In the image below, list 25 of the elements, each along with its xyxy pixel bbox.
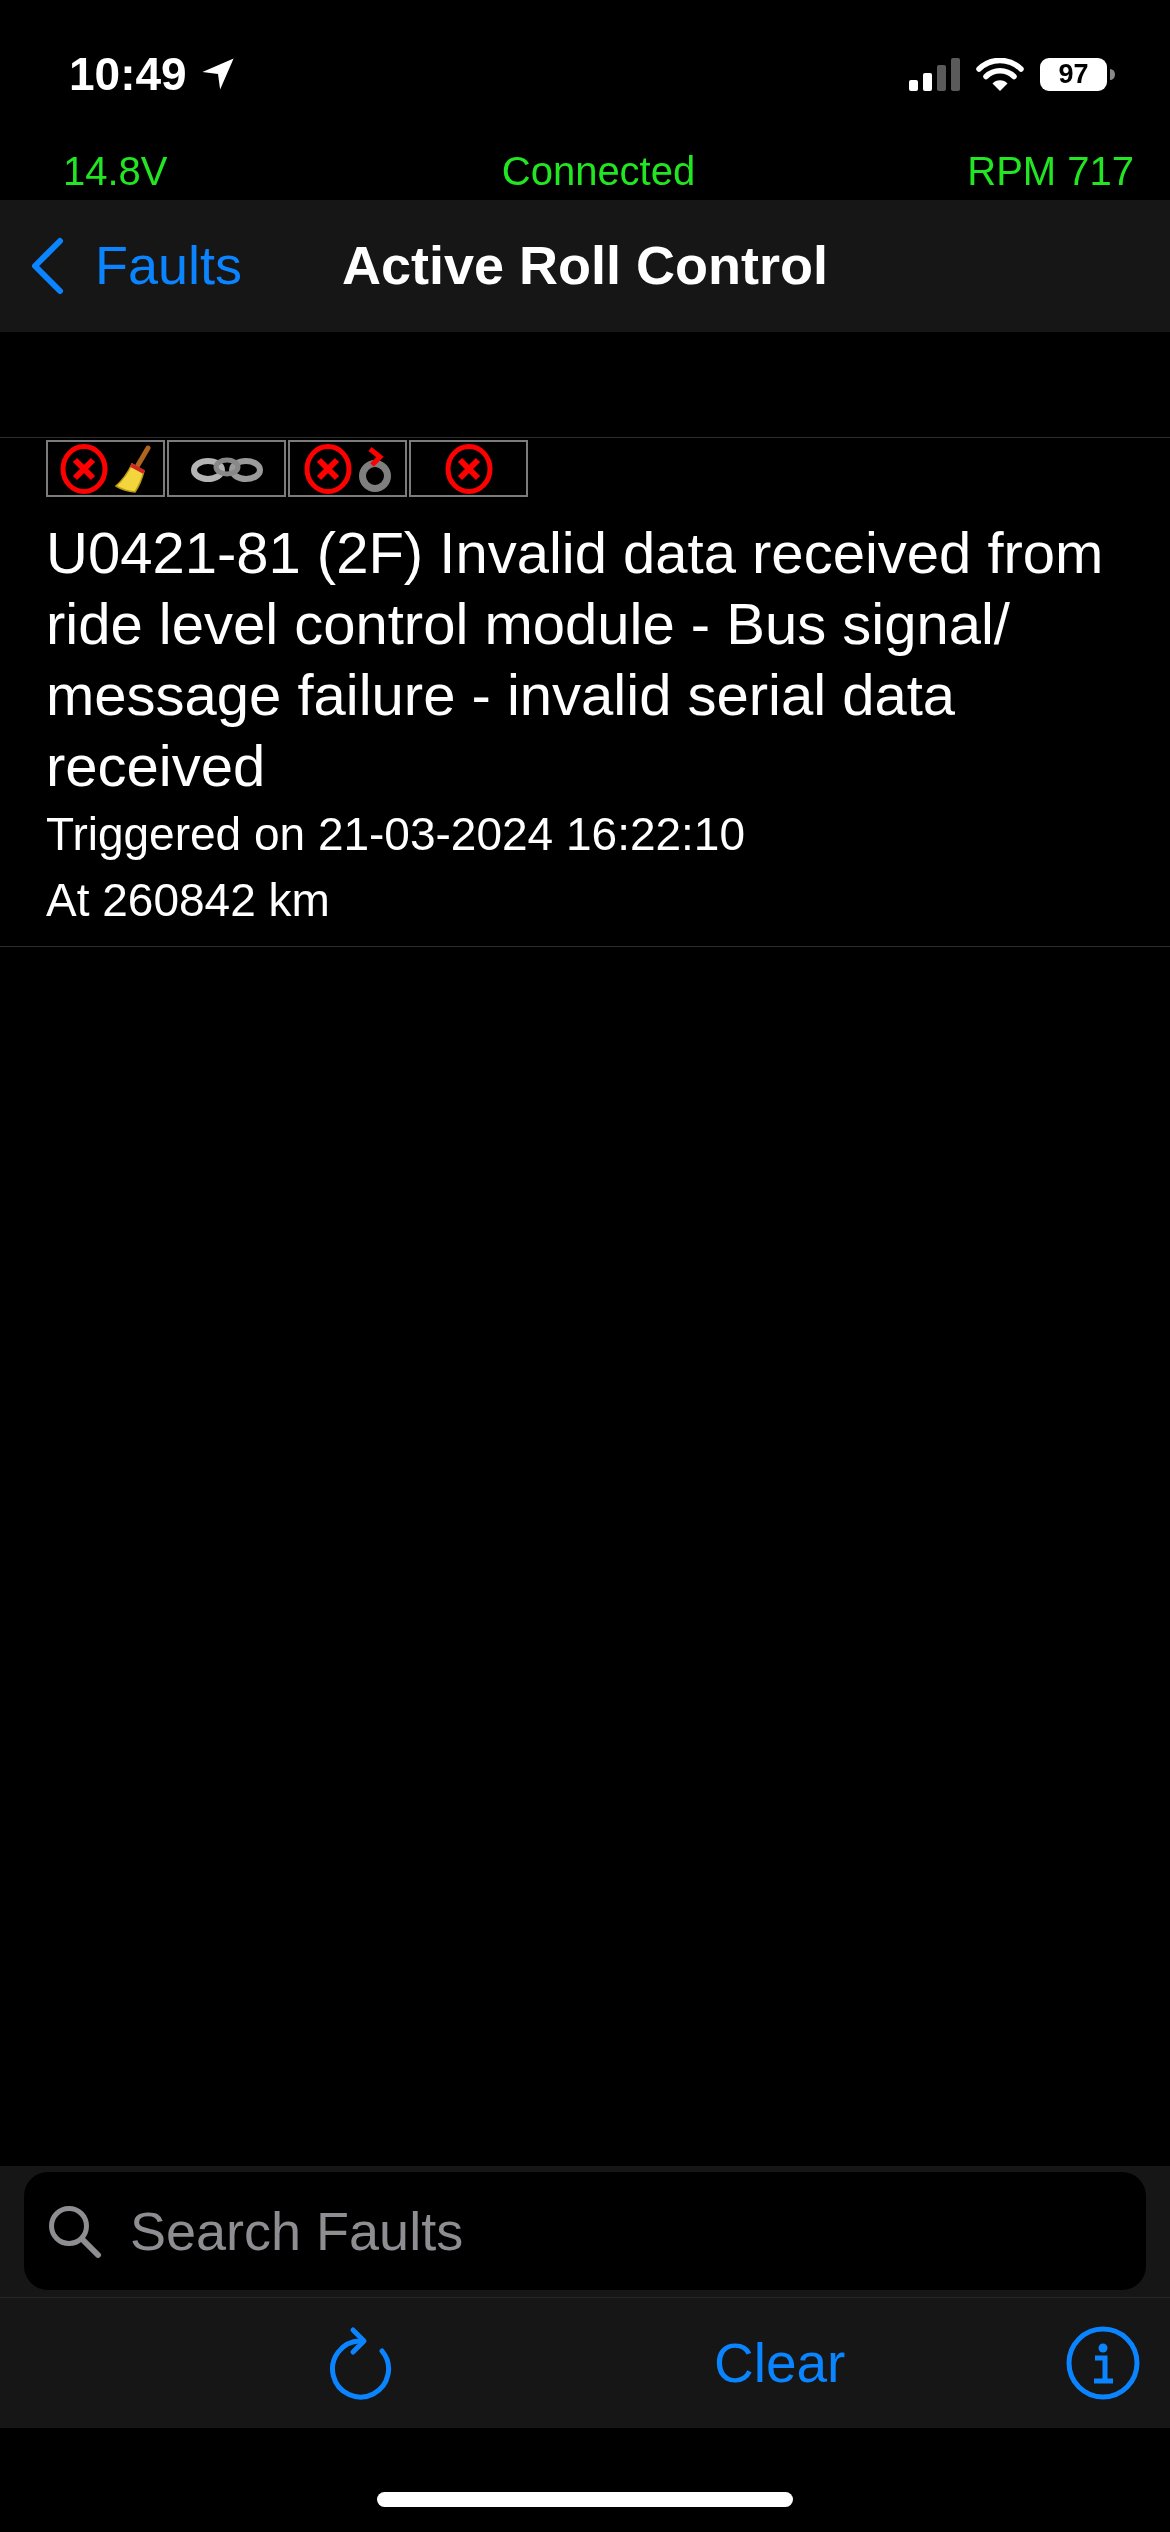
battery-cap-icon [1110,68,1115,80]
fault-description: U0421-81 (2F) Invalid data received from ride level control module - Bus signal/message failure - invalid serial data received [46,519,1105,800]
chevron-left-icon [29,237,65,295]
search-icon [47,2204,102,2259]
search-field[interactable]: Search Faults [24,2172,1146,2290]
broom-icon [113,444,152,493]
ring-arrow-icon [357,444,392,493]
signal-bars-icon [909,57,960,91]
rpm-reading: RPM 717 [967,148,1134,195]
clear-button[interactable]: Clear [714,2332,846,2394]
refresh-icon [327,2324,393,2402]
battery-level: 97 [1040,57,1107,91]
info-icon [1066,2326,1140,2400]
voltage-reading: 14.8V [63,148,168,195]
x-circle-icon [59,443,108,494]
back-button[interactable]: Faults [29,236,243,296]
wifi-icon [976,57,1024,91]
odometer-reading: At 260842 km [46,873,331,928]
connection-status: Connected [501,148,696,195]
trigger-time: Triggered on 21-03-2024 16:22:10 [46,807,747,862]
status-time: 10:49 [69,51,187,97]
x-circle-icon [303,443,352,494]
x-circle-icon [444,443,493,494]
screen-title: Active Roll Control [342,236,828,296]
location-arrow-icon [200,57,235,91]
